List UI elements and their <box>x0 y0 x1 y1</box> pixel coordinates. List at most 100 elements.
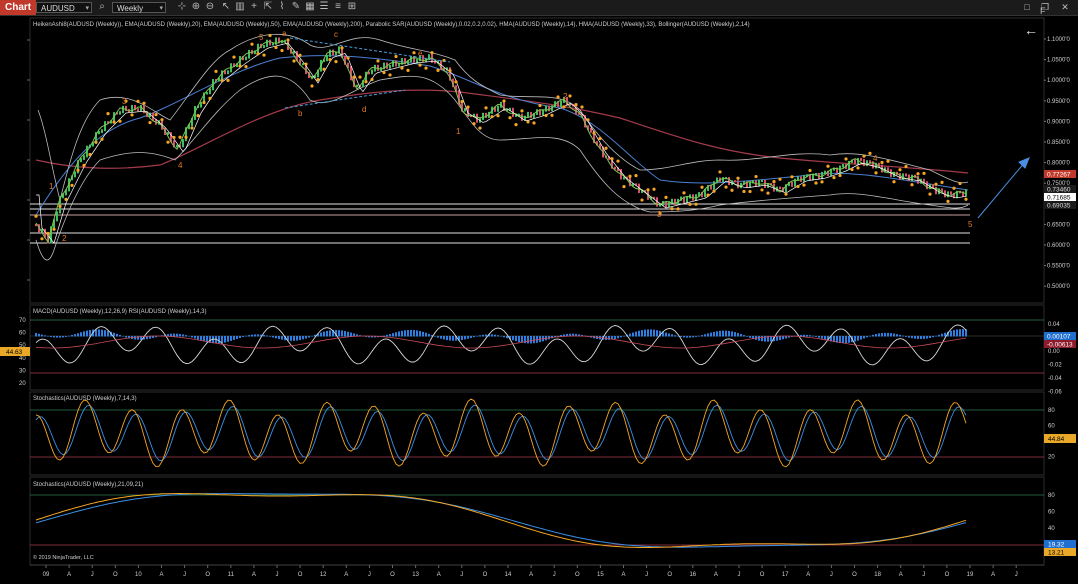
ha-candle <box>794 178 796 187</box>
macd-bar <box>320 332 322 337</box>
macd-bar <box>908 336 910 338</box>
macd-bar <box>872 334 874 337</box>
sar-dot <box>514 123 518 127</box>
sar-dot <box>388 73 392 77</box>
macd-bar <box>107 330 109 337</box>
macd-bar <box>926 336 928 339</box>
macd-bar <box>635 331 637 337</box>
time-tick-label: 19 <box>967 572 974 578</box>
chart-canvas[interactable]: HeikenAshi8(AUDUSD (Weekly)), EMA(AUDUSD… <box>0 0 1078 584</box>
sar-dot <box>262 53 266 57</box>
wave-label: 1 <box>456 127 461 136</box>
ha-candle <box>545 105 547 112</box>
macd-bar <box>473 336 475 338</box>
macd-bar <box>467 336 469 339</box>
macd-bar <box>734 332 736 337</box>
sar-dot <box>232 55 236 59</box>
time-tick-label: A <box>806 572 810 578</box>
macd-bar <box>179 333 181 337</box>
sar-dot <box>778 177 782 181</box>
macd-bar <box>650 329 652 337</box>
macd-bar <box>914 336 916 339</box>
macd-bar <box>854 336 856 342</box>
sar-dot <box>406 68 410 72</box>
sar-dot <box>298 53 302 57</box>
f-label: F <box>1040 6 1046 16</box>
macd-bar <box>821 336 823 339</box>
sar-dot <box>286 38 290 42</box>
macd-bar <box>698 335 700 337</box>
macd-bar <box>398 331 400 337</box>
macd-bar <box>707 333 709 337</box>
sar-dot <box>478 126 482 130</box>
stoch2-k-line <box>35 493 967 548</box>
sar-dot <box>754 174 758 179</box>
macd-bar <box>173 333 175 337</box>
macd-bar <box>719 330 721 337</box>
time-tick-label: 14 <box>505 572 512 578</box>
macd-bar <box>860 336 862 340</box>
sar-dot <box>628 174 632 178</box>
macd-bar <box>239 336 241 338</box>
sar-dot <box>550 113 554 117</box>
macd-bar <box>761 336 763 342</box>
macd-bar <box>944 332 946 337</box>
macd-bar <box>482 334 484 337</box>
sar-dot <box>646 188 650 192</box>
macd-bar <box>50 336 52 338</box>
sar-dot <box>46 231 50 236</box>
time-tick-label: A <box>437 572 441 578</box>
macd-bar <box>950 330 952 337</box>
macd-bar <box>305 336 307 339</box>
sar-dot <box>568 94 572 98</box>
macd-bar <box>347 331 349 337</box>
macd-bar <box>704 334 706 337</box>
time-tick-label: O <box>852 572 857 578</box>
ha-candle <box>176 144 178 148</box>
sar-dot <box>520 109 524 113</box>
macd-bar <box>35 332 37 337</box>
macd-bar <box>233 336 235 340</box>
time-tick-label: 09 <box>43 572 50 578</box>
macd-bar <box>302 336 304 340</box>
macd-bar <box>176 333 178 337</box>
back-arrow-icon[interactable]: ← <box>1024 22 1038 38</box>
sar-dot <box>532 121 536 125</box>
sar-dot <box>106 112 110 116</box>
macd-bar <box>389 334 391 337</box>
macd-bar <box>77 333 79 337</box>
wave-label: 4 <box>873 154 878 163</box>
hma33-line <box>36 42 967 244</box>
sar-dot <box>94 140 98 144</box>
macd-bar <box>803 334 805 337</box>
time-tick-label: 18 <box>874 572 881 578</box>
price-badges: 0.77267 0.73460 0.71685 0.69035 <box>1044 170 1076 210</box>
macd-bar <box>71 335 73 337</box>
macd-bar <box>623 335 625 337</box>
time-tick-label: O <box>760 572 765 578</box>
sar-dot <box>148 120 152 125</box>
ha-candle <box>548 105 550 112</box>
time-tick-label: O <box>483 572 488 578</box>
macd-bar <box>479 335 481 337</box>
sar-dot <box>250 42 254 46</box>
sar-dot <box>862 154 866 158</box>
time-tick-label: 15 <box>597 572 604 578</box>
macd-bar <box>503 336 505 338</box>
macd-bar <box>668 333 670 337</box>
price-tick-label: 0.6000'0 <box>1047 243 1070 249</box>
macd-bar <box>68 335 70 337</box>
macd-bar <box>881 332 883 337</box>
time-tick-label: J <box>183 572 186 578</box>
sar-dot <box>712 189 716 193</box>
macd-bar <box>278 336 280 340</box>
sar-dot <box>700 185 704 189</box>
macd-bar <box>410 329 412 337</box>
sar-dot <box>82 163 86 167</box>
sar-dot <box>940 180 944 184</box>
macd-bar <box>902 335 904 337</box>
time-tick-label: J <box>460 572 463 578</box>
ha-candle <box>905 173 907 177</box>
macd-bar <box>758 336 760 341</box>
macd-bar <box>116 333 118 337</box>
